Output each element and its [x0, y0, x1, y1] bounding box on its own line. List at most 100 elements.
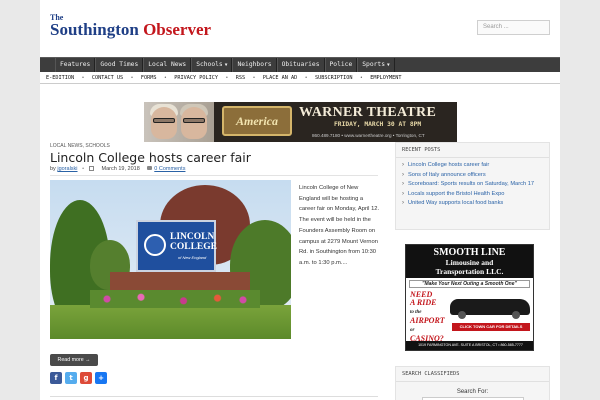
main-nav: Features Good Times Local News Schools ▼ … — [40, 57, 560, 72]
subnav-place-an-ad[interactable]: PLACE AN AD — [263, 75, 297, 81]
subnav-e-edition[interactable]: E-EDITION — [46, 75, 74, 81]
nav-item-good-times[interactable]: Good Times — [95, 58, 144, 72]
recent-posts-list: Lincoln College hosts career fair Sons o… — [396, 158, 549, 214]
nav-item-obituaries[interactable]: Obituaries — [276, 58, 325, 72]
classifieds-widget: SEARCH CLASSIFIEDS Search For: — [395, 366, 550, 400]
subnav-subscription[interactable]: SUBSCRIPTION — [315, 75, 352, 81]
limousine-ad[interactable]: SMOOTH LINE Limousine and Transportation… — [405, 244, 534, 351]
author-link[interactable]: jgoralski — [57, 166, 77, 172]
widget-title: RECENT POSTS — [396, 143, 549, 158]
recent-post-link[interactable]: United Way supports local food banks — [402, 200, 543, 208]
sign-name-line1: LINCOLN — [170, 232, 215, 242]
nav-item-sports[interactable]: Sports ▼ — [357, 58, 395, 72]
nav-item-local-news[interactable]: Local News — [143, 58, 192, 72]
ad-line2: Limousine and — [445, 258, 494, 267]
ad-need-line: to the — [410, 310, 422, 315]
ad-header: SMOOTH LINE Limousine and Transportation… — [406, 245, 533, 278]
divider — [50, 175, 378, 176]
read-more-button[interactable]: Read more → — [50, 354, 98, 366]
nav-item-label: Local News — [148, 61, 187, 68]
article-image[interactable]: LINCOLN COLLEGE of New England — [50, 180, 291, 339]
nav-item-label: Good Times — [100, 61, 139, 68]
nav-item-label: Features — [60, 61, 91, 68]
subnav-privacy-policy[interactable]: PRIVACY POLICY — [174, 75, 218, 81]
separator-dot: • — [82, 166, 84, 172]
sign-name-line2: COLLEGE — [170, 242, 217, 252]
nav-item-features[interactable]: Features — [55, 58, 96, 72]
sign-name: LINCOLN COLLEGE — [170, 232, 217, 252]
america-band-logo: America — [222, 106, 292, 136]
nav-item-label: Neighbors — [237, 61, 272, 68]
logo-word-southington: Southington — [50, 20, 139, 39]
secondary-nav: E-EDITION • CONTACT US • FORMS • PRIVACY PO… — [40, 72, 560, 84]
banner-contact: 860.489.7180 • www.warnertheatre.org • T… — [312, 133, 425, 138]
calendar-icon — [88, 166, 94, 171]
logo-word-observer: Observer — [143, 20, 212, 39]
sign-subtitle: of New England — [178, 255, 207, 260]
nav-item-schools[interactable]: Schools ▼ — [191, 58, 233, 72]
banner-ad[interactable]: America WARNER THEATRE FRIDAY, MARCH 30 … — [144, 102, 457, 142]
separator-dot: • — [360, 74, 363, 81]
comment-icon — [147, 166, 153, 170]
subnav-forms[interactable]: FORMS — [141, 75, 157, 81]
ad-click-banner[interactable]: CLICK TOWN CAR FOR DETAILS — [452, 323, 530, 331]
byline-by: by — [50, 166, 56, 172]
ad-need-line: or — [410, 328, 415, 333]
ad-slogan: "Make Your Next Outing a Smooth One" — [409, 280, 530, 288]
separator-dot: • — [226, 74, 228, 81]
glasses-shape — [153, 118, 175, 123]
glasses-shape — [183, 118, 205, 123]
face-shape — [151, 107, 177, 139]
article-title[interactable]: Lincoln College hosts career fair — [50, 150, 251, 165]
nav-item-label: Obituaries — [281, 61, 320, 68]
subnav-rss[interactable]: RSS — [236, 75, 245, 81]
separator-dot: • — [253, 74, 255, 81]
nav-item-label: Police — [329, 61, 353, 68]
facebook-icon[interactable]: f — [50, 372, 62, 384]
article-excerpt: Lincoln College of New England will be h… — [299, 185, 380, 266]
search-input[interactable]: Search ... — [477, 20, 550, 35]
face-shape — [181, 107, 207, 139]
widget-title: SEARCH CLASSIFIEDS — [396, 367, 549, 382]
share-icon[interactable]: + — [95, 372, 107, 384]
nav-item-label: Schools — [196, 61, 223, 68]
ad-need-ride: NEED A RIDE to the AIRPORT or CASINO? — [410, 291, 445, 343]
site-logo[interactable]: The Southington Observer — [50, 14, 211, 39]
separator-dot: • — [164, 74, 167, 81]
separator-dot: • — [131, 74, 133, 81]
caret-down-icon: ▼ — [224, 63, 228, 68]
subnav-contact-us[interactable]: CONTACT US — [92, 75, 123, 81]
nav-item-police[interactable]: Police — [324, 58, 358, 72]
ad-need-line: A RIDE — [410, 298, 437, 307]
share-buttons: f t g + — [50, 372, 107, 384]
performers-photo — [144, 102, 214, 142]
ad-address: 1019 FARMINGTON AVE. SUITE A BRISTOL, CT… — [406, 341, 533, 350]
event-date: FRIDAY, MARCH 30 AT 8PM — [334, 121, 422, 128]
article-date: March 19, 2018 — [101, 166, 140, 172]
google-plus-icon[interactable]: g — [80, 372, 92, 384]
caret-down-icon: ▼ — [387, 63, 390, 68]
recent-post-link[interactable]: Sons of Italy announce officers — [402, 172, 543, 180]
search-for-label: Search For: — [456, 389, 489, 395]
warner-theatre-title: WARNER THEATRE — [299, 105, 437, 120]
college-sign: LINCOLN COLLEGE of New England — [136, 220, 217, 272]
recent-post-link[interactable]: Lincoln College hosts career fair — [402, 162, 543, 170]
page: The Southington Observer Search ... Feat… — [40, 0, 560, 400]
recent-posts-widget: RECENT POSTS Lincoln College hosts caree… — [395, 142, 550, 230]
ad-company-name: SMOOTH LINE — [433, 247, 506, 258]
town-car-image[interactable] — [450, 299, 530, 319]
college-seal-icon — [144, 234, 166, 256]
recent-post-link[interactable]: Locals support the Bristol Health Expo — [402, 191, 543, 199]
article-categories[interactable]: LOCAL NEWS, SCHOOLS — [50, 143, 110, 149]
comments-link[interactable]: 0 Comments — [154, 166, 185, 172]
nav-item-neighbors[interactable]: Neighbors — [232, 58, 277, 72]
subnav-employment[interactable]: EMPLOYMENT — [370, 75, 401, 81]
nav-item-label: Sports — [362, 61, 385, 68]
lawn — [50, 305, 291, 339]
recent-post-link[interactable]: Scoreboard: Sports results on Saturday, … — [402, 181, 543, 189]
separator-dot: • — [82, 74, 84, 81]
ad-need-line: AIRPORT — [410, 316, 445, 325]
twitter-icon[interactable]: t — [65, 372, 77, 384]
divider — [50, 396, 378, 397]
logo-line2: Southington Observer — [50, 21, 211, 38]
